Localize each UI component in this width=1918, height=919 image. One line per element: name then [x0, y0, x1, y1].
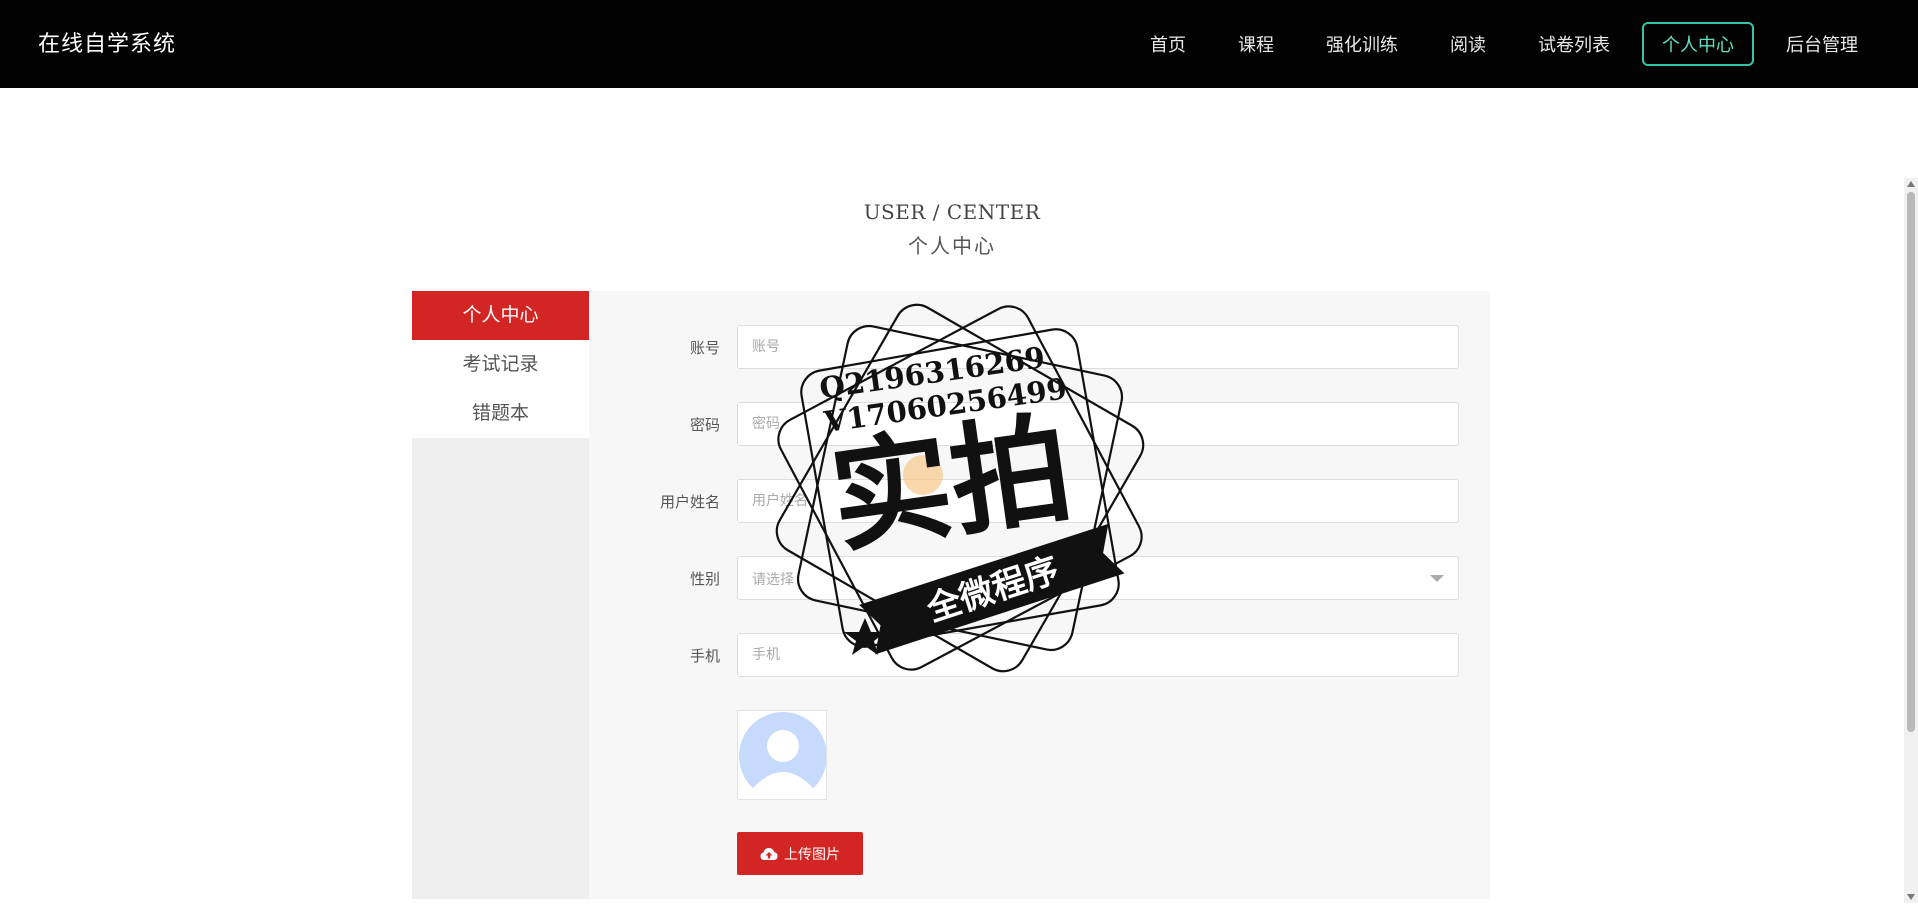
upload-image-button[interactable]: 上传图片	[737, 832, 863, 875]
form-row-account: 账号	[589, 325, 1490, 369]
cloud-upload-icon	[760, 847, 778, 860]
avatar	[737, 710, 827, 800]
form-row-username: 用户姓名	[589, 479, 1490, 523]
scrollbar-thumb[interactable]	[1907, 192, 1915, 732]
nav-item-user-center[interactable]: 个人中心	[1642, 22, 1754, 66]
chevron-down-icon	[1430, 575, 1444, 582]
scroll-up-arrow-icon[interactable]	[1907, 181, 1915, 187]
password-input[interactable]	[737, 402, 1459, 446]
upload-button-label: 上传图片	[784, 845, 840, 862]
nav-item-courses[interactable]: 课程	[1218, 22, 1294, 66]
section-title-en: USER / CENTER	[863, 200, 1041, 224]
password-label: 密码	[689, 416, 720, 434]
section-title-zh: 个人中心	[908, 234, 996, 258]
scroll-down-arrow-icon[interactable]	[1907, 894, 1915, 900]
account-label: 账号	[689, 339, 720, 357]
form-row-phone: 手机	[589, 633, 1490, 677]
page-scrollbar[interactable]	[1904, 178, 1918, 903]
sidebar-item-user-center[interactable]: 个人中心	[412, 291, 589, 340]
nav-item-home[interactable]: 首页	[1130, 22, 1206, 66]
sidebar-menu: 个人中心 考试记录 错题本	[412, 291, 589, 438]
phone-input[interactable]	[737, 633, 1459, 677]
account-input[interactable]	[737, 325, 1459, 369]
nav-item-admin[interactable]: 后台管理	[1766, 22, 1878, 66]
user-center-panel: 个人中心 考试记录 错题本 账号 密码 用户姓名 性别 请选择 手机	[412, 291, 1490, 899]
phone-label: 手机	[689, 647, 720, 665]
form-row-gender: 性别 请选择	[589, 556, 1490, 600]
top-navbar: 在线自学系统 首页 课程 强化训练 阅读 试卷列表 个人中心 后台管理	[0, 0, 1918, 88]
sidebar-item-wrong-questions[interactable]: 错题本	[412, 389, 589, 438]
app-title[interactable]: 在线自学系统	[38, 26, 176, 58]
section-heading: USER / CENTER 个人中心	[0, 200, 1904, 259]
gender-label: 性别	[689, 570, 720, 588]
main-nav: 首页 课程 强化训练 阅读 试卷列表 个人中心 后台管理	[1130, 22, 1878, 66]
username-label: 用户姓名	[659, 493, 720, 511]
username-input[interactable]	[737, 479, 1459, 523]
sidebar: 个人中心 考试记录 错题本	[412, 291, 589, 899]
sidebar-item-exam-records[interactable]: 考试记录	[412, 340, 589, 389]
gender-select-placeholder: 请选择	[752, 572, 794, 588]
nav-item-reading[interactable]: 阅读	[1430, 22, 1506, 66]
form-row-password: 密码	[589, 402, 1490, 446]
nav-item-exam-list[interactable]: 试卷列表	[1518, 22, 1630, 66]
gender-select[interactable]: 请选择	[737, 556, 1459, 600]
nav-item-training[interactable]: 强化训练	[1306, 22, 1418, 66]
profile-form: 账号 密码 用户姓名 性别 请选择 手机	[589, 291, 1490, 899]
user-avatar-icon	[739, 712, 826, 799]
